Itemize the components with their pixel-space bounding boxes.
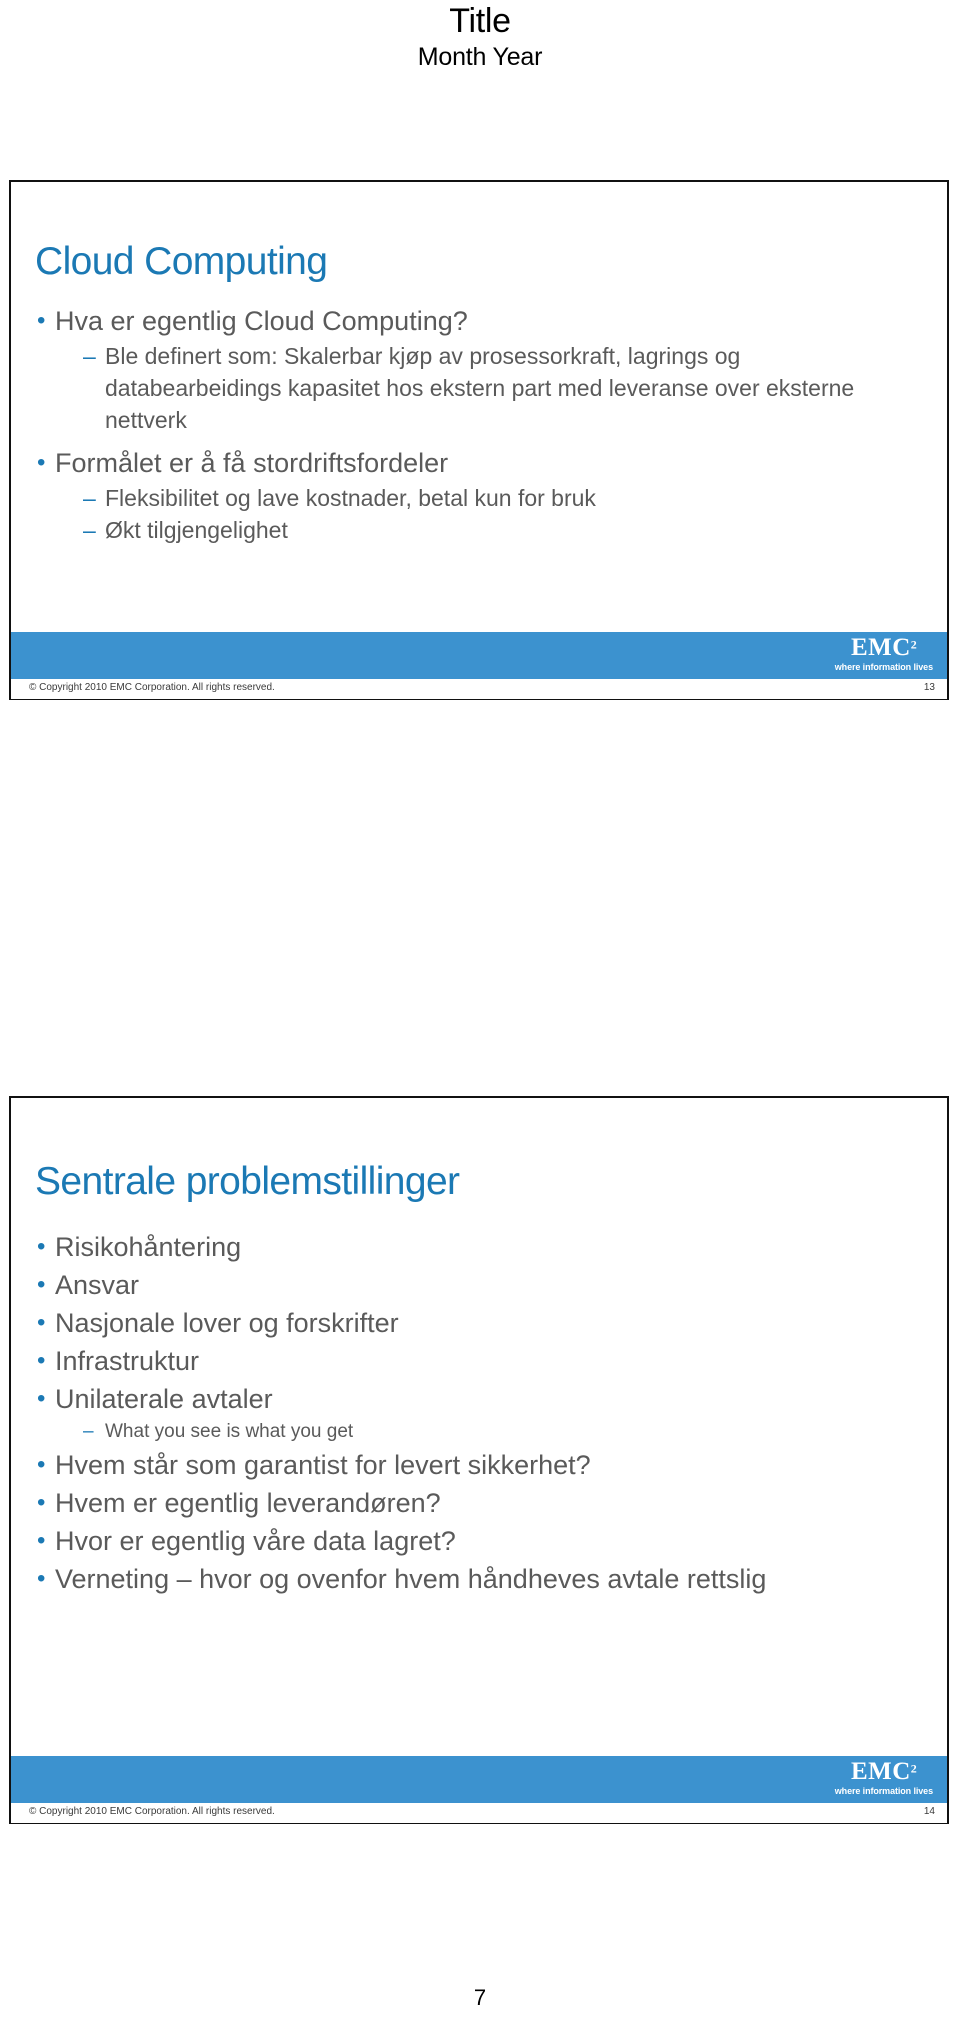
bullet-marker-icon: • <box>37 1309 46 1336</box>
bullet-text: Ble definert som: Skalerbar kjøp av pros… <box>105 343 855 433</box>
slide-1: Cloud Computing • Hva er egentlig Cloud … <box>9 180 949 700</box>
bullet-item: • Risikohåntering <box>11 1228 947 1266</box>
bullet-text: Fleksibilitet og lave kostnader, betal k… <box>105 485 596 511</box>
slide-1-bullet-list: • Hva er egentlig Cloud Computing? – Ble… <box>11 302 947 546</box>
bullet-item: • Nasjonale lover og forskrifter <box>11 1304 947 1342</box>
slide-1-footer: EMC2 where information lives © Copyright… <box>11 632 947 699</box>
dash-marker-icon: – <box>83 1421 94 1442</box>
bullet-item: • Verneting – hvor og ovenfor hvem håndh… <box>11 1560 947 1598</box>
slide-2-title: Sentrale problemstillinger <box>35 1160 460 1203</box>
footer-brand-band: EMC2 where information lives <box>11 1756 947 1802</box>
bullet-item: – What you see is what you get <box>11 1418 947 1446</box>
bullet-item: • Ansvar <box>11 1266 947 1304</box>
bullet-text: Verneting – hvor og ovenfor hvem håndhev… <box>55 1564 767 1594</box>
emc-logo: EMC2 where information lives <box>835 635 933 672</box>
copyright-notice: © Copyright 2010 EMC Corporation. All ri… <box>29 682 275 693</box>
dash-marker-icon: – <box>83 517 96 543</box>
bullet-text: Infrastruktur <box>55 1346 200 1376</box>
bullet-item: • Unilaterale avtaler <box>11 1380 947 1418</box>
bullet-marker-icon: • <box>37 307 46 334</box>
slide-2-bullet-list: • Risikohåntering • Ansvar • Nasjonale l… <box>11 1228 947 1598</box>
bullet-item: • Hvem står som garantist for levert sik… <box>11 1446 947 1484</box>
document-subtitle: Month Year <box>417 43 543 71</box>
bullet-item: • Infrastruktur <box>11 1342 947 1380</box>
emc-logo-wordmark: EMC2 <box>835 635 933 660</box>
slide-number: 13 <box>923 682 935 693</box>
slide-2-body: Sentrale problemstillinger • Risikohånte… <box>11 1098 947 1756</box>
bullet-text: What you see is what you get <box>105 1421 354 1442</box>
bullet-item: • Hva er egentlig Cloud Computing? <box>11 302 947 340</box>
bullet-marker-icon: • <box>37 1527 46 1554</box>
emc-logo-wordmark: EMC2 <box>835 1759 933 1784</box>
dash-marker-icon: – <box>83 485 96 511</box>
bullet-marker-icon: • <box>37 449 46 476</box>
bullet-text: Nasjonale lover og forskrifter <box>55 1308 399 1338</box>
bullet-text: Hva er egentlig Cloud Computing? <box>55 306 468 336</box>
bullet-text: Hvor er egentlig våre data lagret? <box>55 1526 456 1556</box>
bullet-text: Økt tilgjengelighet <box>105 517 288 543</box>
bullet-item: – Økt tilgjengelighet <box>11 514 947 546</box>
slide-number: 14 <box>923 1806 935 1817</box>
emc-logo-text: EMC <box>850 1758 911 1785</box>
page-number: 7 <box>473 1985 487 2010</box>
bullet-text: Unilaterale avtaler <box>55 1384 273 1414</box>
slide-2-footer: EMC2 where information lives © Copyright… <box>11 1756 947 1823</box>
bullet-marker-icon: • <box>37 1385 46 1412</box>
emc-logo-tagline: where information lives <box>834 1786 933 1796</box>
bullet-marker-icon: • <box>37 1489 46 1516</box>
emc-logo-tagline: where information lives <box>834 662 933 672</box>
page-header: Title Month Year <box>0 0 960 72</box>
bullet-text: Risikohåntering <box>55 1232 242 1262</box>
bullet-marker-icon: • <box>37 1271 46 1298</box>
slide-2: Sentrale problemstillinger • Risikohånte… <box>9 1096 949 1824</box>
footer-brand-band: EMC2 where information lives <box>11 632 947 678</box>
bullet-item: – Fleksibilitet og lave kostnader, betal… <box>11 482 947 514</box>
bullet-marker-icon: • <box>37 1451 46 1478</box>
bullet-item: • Hvor er egentlig våre data lagret? <box>11 1522 947 1560</box>
bullet-spacer <box>11 436 947 444</box>
emc-logo: EMC2 where information lives <box>835 1759 933 1796</box>
emc-logo-superscript: 2 <box>910 1761 917 1776</box>
bullet-item: • Formålet er å få stordriftsfordeler <box>11 444 947 482</box>
bullet-text: Formålet er å få stordriftsfordeler <box>55 448 449 478</box>
slide-1-body: Cloud Computing • Hva er egentlig Cloud … <box>11 182 947 632</box>
emc-logo-superscript: 2 <box>910 637 917 652</box>
bullet-text: Hvem er egentlig leverandøren? <box>55 1488 441 1518</box>
dash-marker-icon: – <box>83 343 96 369</box>
slide-1-title: Cloud Computing <box>35 240 328 283</box>
document-title: Title <box>449 2 511 40</box>
bullet-marker-icon: • <box>37 1565 46 1592</box>
footer-info-strip: © Copyright 2010 EMC Corporation. All ri… <box>11 1802 947 1823</box>
bullet-item: – Ble definert som: Skalerbar kjøp av pr… <box>11 340 947 436</box>
bullet-marker-icon: • <box>37 1347 46 1374</box>
emc-logo-text: EMC <box>850 634 911 661</box>
bullet-marker-icon: • <box>37 1233 46 1260</box>
footer-info-strip: © Copyright 2010 EMC Corporation. All ri… <box>11 678 947 699</box>
bullet-text: Ansvar <box>55 1270 140 1300</box>
bullet-text: Hvem står som garantist for levert sikke… <box>55 1450 591 1480</box>
bullet-item: • Hvem er egentlig leverandøren? <box>11 1484 947 1522</box>
copyright-notice: © Copyright 2010 EMC Corporation. All ri… <box>29 1806 275 1817</box>
